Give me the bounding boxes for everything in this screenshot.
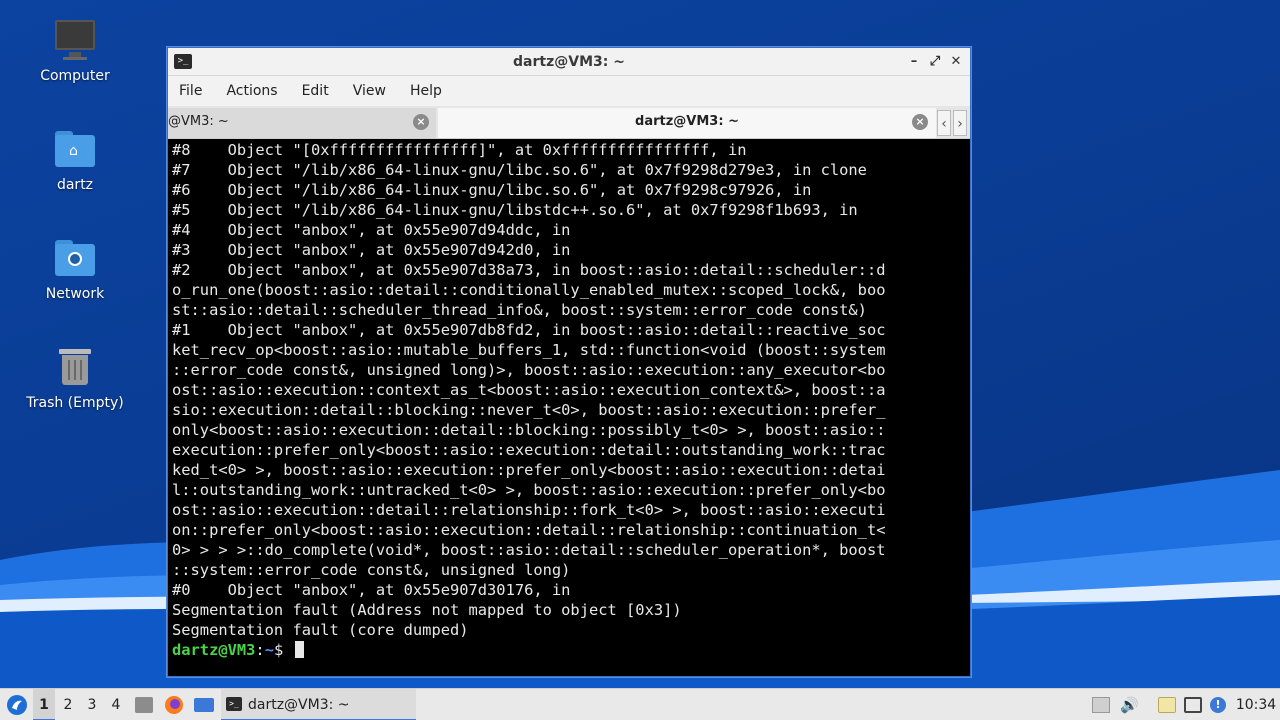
desktop-icon-network[interactable]: Network (10, 236, 140, 302)
clipboard-icon[interactable] (1158, 697, 1176, 713)
tab-scroll-left-button[interactable]: ‹ (937, 110, 951, 136)
tab-inactive[interactable]: @VM3: ~ × (168, 108, 436, 138)
start-menu-button[interactable] (4, 689, 30, 720)
terminal-line: #5 Object "/lib/x86_64-linux-gnu/libstdc… (172, 201, 858, 219)
terminal-line: l::outstanding_work::untracked_t<0> >, b… (172, 481, 886, 499)
desktop-icon-computer[interactable]: Computer (10, 18, 140, 84)
firefox-launcher[interactable] (163, 689, 185, 720)
maximize-button[interactable]: ⤢ (925, 52, 945, 72)
task-label: dartz@VM3: ~ (248, 697, 350, 713)
menu-file[interactable]: File (179, 76, 226, 106)
prompt-separator: : (255, 641, 265, 659)
menu-help[interactable]: Help (410, 76, 454, 106)
terminal-line: st::asio::detail::scheduler_thread_info&… (172, 301, 867, 319)
terminal-prompt[interactable]: dartz@VM3:~$ (172, 640, 304, 660)
close-tab-icon[interactable]: × (912, 114, 928, 130)
terminal-line: only<boost::asio::execution::detail::blo… (172, 421, 886, 439)
desktop-launcher[interactable] (193, 689, 215, 720)
terminal-line: ost::asio::execution::detail::relationsh… (172, 501, 886, 519)
workspace-1[interactable]: 1 (33, 689, 55, 720)
terminal-line: ket_recv_op<boost::asio::mutable_buffers… (172, 341, 886, 359)
terminal-line: ::system::error_code const&, unsigned lo… (172, 561, 571, 579)
desktop-icon-label: Computer (40, 68, 110, 84)
taskbar: 1 2 3 4 >_ dartz@VM3: ~ 🔊 ! 10:34 (0, 688, 1280, 720)
trash-icon (53, 345, 97, 389)
desktop-icon-home[interactable]: ⌂ dartz (10, 127, 140, 193)
close-button[interactable]: ✕ (946, 52, 966, 72)
network-folder-icon (53, 236, 97, 280)
terminal-line: ked_t<0> >, boost::asio::execution::pref… (172, 461, 886, 479)
desktop-icon-label: dartz (56, 177, 94, 193)
close-tab-icon[interactable]: × (413, 114, 429, 130)
tray-up-icon[interactable] (1092, 697, 1110, 713)
tab-label: dartz@VM3: ~ (635, 114, 739, 129)
terminal-line: ost::asio::execution::context_as_t<boost… (172, 381, 886, 399)
terminal-line: #3 Object "anbox", at 0x55e907d942d0, in (172, 241, 571, 259)
menu-actions[interactable]: Actions (226, 76, 301, 106)
prompt-path: ~ (264, 641, 274, 659)
window-title: dartz@VM3: ~ (513, 54, 625, 70)
file-manager-launcher[interactable] (134, 689, 154, 720)
file-manager-icon (135, 697, 153, 713)
workspace-2[interactable]: 2 (57, 689, 79, 720)
taskbar-task-terminal[interactable]: >_ dartz@VM3: ~ (221, 689, 416, 720)
terminal-line: #2 Object "anbox", at 0x55e907d38a73, in… (172, 261, 886, 279)
volume-icon[interactable]: 🔊 (1120, 697, 1139, 713)
workspace-3[interactable]: 3 (81, 689, 103, 720)
minimize-button[interactable]: – (904, 52, 924, 72)
terminal-line: #7 Object "/lib/x86_64-linux-gnu/libc.so… (172, 161, 867, 179)
tab-label: @VM3: ~ (168, 114, 229, 129)
workspace-4[interactable]: 4 (105, 689, 127, 720)
desktop-icon-label: Trash (Empty) (26, 395, 124, 411)
prompt-symbol: $ (273, 641, 284, 659)
menu-view[interactable]: View (353, 76, 410, 106)
show-desktop-icon (194, 698, 214, 712)
network-status-icon[interactable] (1184, 697, 1202, 713)
terminal-icon: >_ (226, 697, 242, 711)
update-notifier-icon[interactable]: ! (1210, 697, 1226, 713)
terminal-line: #1 Object "anbox", at 0x55e907db8fd2, in… (172, 321, 886, 339)
terminal-window[interactable]: >_ dartz@VM3: ~ – ⤢ ✕ File Actions Edit Vie… (167, 47, 971, 677)
tab-active[interactable]: dartz@VM3: ~ × (438, 108, 936, 138)
terminal-line: #0 Object "anbox", at 0x55e907d30176, in (172, 581, 571, 599)
terminal-line: o_run_one(boost::asio::detail::condition… (172, 281, 886, 299)
terminal-line: ::error_code const&, unsigned long)>, bo… (172, 361, 886, 379)
menu-edit[interactable]: Edit (302, 76, 353, 106)
desktop-icon-label: Network (45, 286, 105, 302)
terminal-line: 0> > > >::do_complete(void*, boost::asio… (172, 541, 886, 559)
tab-bar: @VM3: ~ × dartz@VM3: ~ × ‹ › (168, 106, 970, 139)
prompt-user-host: dartz@VM3 (172, 641, 256, 659)
window-titlebar[interactable]: >_ dartz@VM3: ~ – ⤢ ✕ (168, 48, 970, 76)
terminal-line: #4 Object "anbox", at 0x55e907d94ddc, in (172, 221, 571, 239)
terminal-line: sio::execution::detail::blocking::never_… (172, 401, 886, 419)
terminal-line: Segmentation fault (Address not mapped t… (172, 601, 682, 619)
home-folder-icon: ⌂ (53, 127, 97, 171)
lubuntu-logo-icon (7, 695, 27, 715)
terminal-line: Segmentation fault (core dumped) (172, 621, 469, 639)
terminal-line: execution::prefer_only<boost::asio::exec… (172, 441, 886, 459)
terminal-output[interactable]: #8 Object "[0xffffffffffffffff]", at 0xf… (170, 140, 968, 674)
tab-scroll-right-button[interactable]: › (953, 110, 967, 136)
clock[interactable]: 10:34 (1234, 689, 1278, 720)
text-cursor (294, 641, 304, 658)
firefox-icon (165, 696, 183, 714)
terminal-line: #8 Object "[0xffffffffffffffff]", at 0xf… (172, 141, 747, 159)
terminal-line: on::prefer_only<boost::asio::execution::… (172, 521, 886, 539)
menu-bar: File Actions Edit View Help (168, 76, 970, 106)
computer-icon (53, 18, 97, 62)
terminal-line: #6 Object "/lib/x86_64-linux-gnu/libc.so… (172, 181, 812, 199)
desktop-icon-trash[interactable]: Trash (Empty) (10, 345, 140, 411)
